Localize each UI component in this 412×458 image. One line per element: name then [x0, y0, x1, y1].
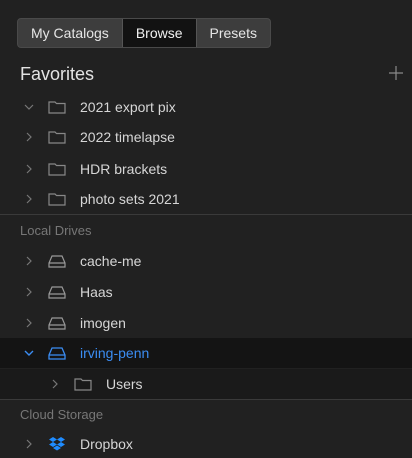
section-divider: [0, 214, 412, 215]
chevron-right-icon[interactable]: [50, 379, 60, 389]
favorite-item-label: 2021 export pix: [80, 99, 176, 115]
folder-item-label: Users: [106, 376, 143, 392]
favorite-item-label: photo sets 2021: [80, 191, 180, 207]
chevron-down-icon[interactable]: [24, 102, 34, 112]
cloud-storage-header: Cloud Storage: [20, 407, 104, 422]
drive-item-label: Haas: [80, 284, 113, 300]
favorite-item-label: 2022 timelapse: [80, 129, 175, 145]
drive-item-label: imogen: [80, 315, 126, 331]
favorites-title: Favorites: [20, 64, 95, 84]
favorite-item-label: HDR brackets: [80, 161, 168, 177]
local-drives-header: Local Drives: [20, 223, 92, 238]
drive-item-imogen[interactable]: imogen: [0, 308, 412, 338]
folder-item-users[interactable]: Users: [0, 369, 412, 399]
favorite-item-2021-export-pix[interactable]: 2021 export pix: [0, 92, 412, 122]
chevron-right-icon[interactable]: [24, 256, 34, 266]
folder-icon: [48, 191, 68, 207]
chevron-right-icon[interactable]: [24, 194, 34, 204]
drive-icon: [48, 345, 68, 361]
drive-item-label: irving-penn: [80, 345, 150, 361]
chevron-down-icon[interactable]: [24, 348, 34, 358]
chevron-right-icon[interactable]: [24, 287, 34, 297]
dropbox-icon: [48, 436, 68, 452]
favorite-item-photo-sets-2021[interactable]: photo sets 2021: [0, 184, 412, 214]
cloud-item-dropbox[interactable]: Dropbox: [0, 430, 412, 458]
drive-icon: [48, 284, 68, 300]
drive-icon: [48, 315, 68, 331]
folder-icon: [48, 129, 68, 145]
folder-icon: [48, 161, 68, 177]
source-tabs: My Catalogs Browse Presets: [17, 18, 271, 48]
chevron-right-icon[interactable]: [24, 439, 34, 449]
folder-icon: [48, 99, 68, 115]
chevron-right-icon[interactable]: [24, 318, 34, 328]
folder-icon: [74, 376, 94, 392]
section-divider: [0, 399, 412, 400]
drive-icon: [48, 253, 68, 269]
drive-item-irving-penn[interactable]: irving-penn: [0, 338, 412, 368]
drive-item-haas[interactable]: Haas: [0, 277, 412, 307]
chevron-right-icon[interactable]: [24, 132, 34, 142]
drive-item-cache-me[interactable]: cache-me: [0, 246, 412, 276]
tab-browse[interactable]: Browse: [121, 19, 196, 47]
favorite-item-2022-timelapse[interactable]: 2022 timelapse: [0, 122, 412, 152]
tab-presets[interactable]: Presets: [195, 19, 270, 47]
chevron-right-icon[interactable]: [24, 164, 34, 174]
drive-item-label: cache-me: [80, 253, 142, 269]
cloud-item-label: Dropbox: [80, 436, 133, 452]
favorite-item-hdr-brackets[interactable]: HDR brackets: [0, 154, 412, 184]
plus-icon[interactable]: [389, 64, 403, 84]
tab-my-catalogs[interactable]: My Catalogs: [18, 19, 122, 47]
